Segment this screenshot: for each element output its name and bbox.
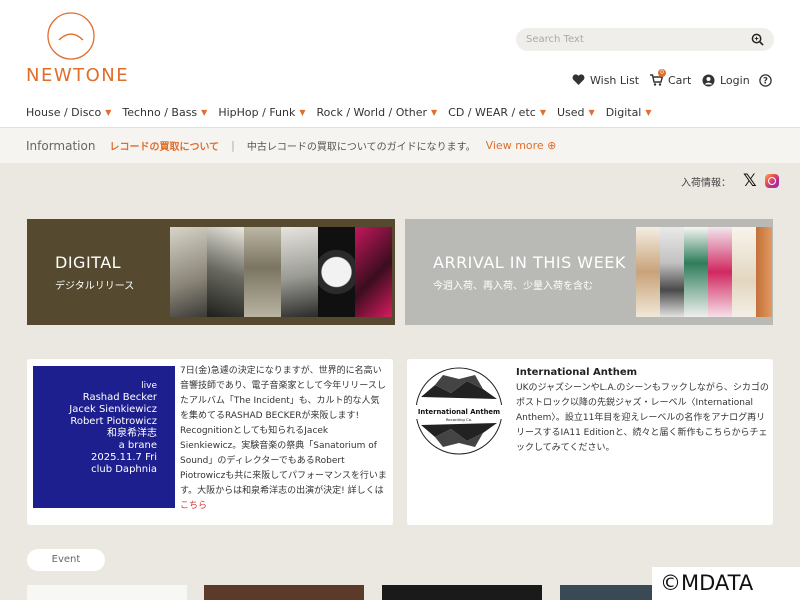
arrival-info-label: 入荷情報： <box>681 177 731 189</box>
flyer-date: 2025.11.7 Fri <box>91 452 157 463</box>
album-cover <box>244 227 281 317</box>
chevron-down-icon: ▼ <box>430 108 438 117</box>
copyright-watermark: ©MDATA <box>652 567 800 600</box>
wishlist-label: Wish List <box>590 73 640 87</box>
flyer-artist: Jacek Sienkiewicz <box>69 404 157 415</box>
nav-item-label: House / Disco <box>26 106 102 119</box>
event-thumbnail[interactable] <box>560 585 652 600</box>
help-button[interactable]: ? <box>759 72 777 88</box>
logo-title-text: International Anthem <box>418 408 500 416</box>
flyer-live: live <box>141 381 157 391</box>
chevron-down-icon: ▼ <box>105 108 112 117</box>
logo-circle-icon <box>47 12 95 60</box>
nav-item-rock-world-other[interactable]: Rock / World / Other ▼ <box>317 106 438 119</box>
arrival-banner[interactable]: ARRIVAL IN THIS WEEK 今週入荷、再入荷、少量入荷を含む <box>405 219 773 325</box>
flyer-artist: Rashad Becker <box>82 392 157 403</box>
nav-item-hiphop-funk[interactable]: HipHop / Funk ▼ <box>218 106 305 119</box>
event-thumbnail[interactable] <box>204 585 364 600</box>
information-separator: | <box>231 139 235 152</box>
label-feature-card[interactable]: International Anthem Recording Co. Inter… <box>407 359 773 525</box>
nav-item-digital[interactable]: Digital ▼ <box>606 106 652 119</box>
album-cover <box>281 227 318 317</box>
flyer-brane: a brane <box>118 440 157 451</box>
social-links: 入荷情報： 𝕏 <box>681 171 779 191</box>
arrival-banner-title: ARRIVAL IN THIS WEEK <box>433 253 626 272</box>
album-cover <box>207 227 244 317</box>
svg-text:?: ? <box>763 76 768 86</box>
main-nav: House / Disco ▼ Techno / Bass ▼ HipHop / Fun… <box>26 106 663 119</box>
album-cover <box>318 227 355 317</box>
label-feature-description: UKのジャズシーンやL.A.のシーンもフックしながら、シカゴのポストロック以降の… <box>516 383 769 453</box>
event-description-text: 7日(金)急遽の決定になりますが、世界的に名高い音響技師であり、電子音楽家として… <box>180 366 387 496</box>
chevron-down-icon: ▼ <box>539 108 546 117</box>
chevron-down-icon: ▼ <box>588 108 595 117</box>
flyer-artist: 和泉希洋志 <box>107 428 157 439</box>
nav-item-house-disco[interactable]: House / Disco ▼ <box>26 106 111 119</box>
event-tab[interactable]: Event <box>27 549 105 571</box>
event-details-link[interactable]: こちら <box>180 501 207 511</box>
album-cover <box>756 227 772 317</box>
album-cover <box>170 227 207 317</box>
wishlist-link[interactable]: Wish List <box>572 72 639 88</box>
search-box <box>516 28 774 51</box>
nav-item-label: CD / WEAR / etc <box>448 106 536 119</box>
search-icon[interactable] <box>751 33 764 46</box>
digital-banner-title: DIGITAL <box>55 253 122 272</box>
event-thumbnail[interactable] <box>382 585 542 600</box>
event-thumbnail[interactable] <box>27 585 187 600</box>
user-icon <box>702 74 715 86</box>
information-description: 中古レコードの買取についてのガイドになります。 <box>246 142 476 153</box>
login-label: Login <box>720 73 750 87</box>
event-flyer: live Rashad Becker Jacek Sienkiewicz Rob… <box>33 366 175 508</box>
nav-item-label: Used <box>556 106 585 119</box>
instagram-icon[interactable] <box>764 174 779 188</box>
cart-count-badge: 0 <box>658 69 666 77</box>
nav-item-label: Rock / World / Other <box>316 106 427 119</box>
cart-label: Cart <box>668 73 692 87</box>
album-cover <box>355 227 392 317</box>
nav-item-label: Digital <box>605 106 642 119</box>
album-cover <box>708 227 732 317</box>
flyer-venue: club Daphnia <box>91 464 157 475</box>
nav-item-label: Techno / Bass <box>122 106 198 119</box>
album-cover <box>636 227 660 317</box>
digital-cover-strip <box>170 227 392 317</box>
heart-icon <box>572 74 585 85</box>
login-link[interactable]: Login <box>702 72 750 88</box>
logo-sub-text: Recording Co. <box>446 417 472 422</box>
nav-item-used[interactable]: Used ▼ <box>557 106 595 119</box>
event-description: 7日(金)急遽の決定になりますが、世界的に名高い音響技師であり、電子音楽家として… <box>180 364 388 514</box>
album-cover <box>660 227 684 317</box>
arrival-banner-subtitle: 今週入荷、再入荷、少量入荷を含む <box>433 281 593 292</box>
logo-text: NEWTONE <box>26 65 130 86</box>
album-cover <box>684 227 708 317</box>
information-label: Information <box>26 138 96 153</box>
cart-link[interactable]: 0 Cart <box>650 69 692 88</box>
flyer-artist: Robert Piotrowicz <box>70 416 157 427</box>
chevron-down-icon: ▼ <box>201 108 208 117</box>
nav-item-cd-wear-etc[interactable]: CD / WEAR / etc ▼ <box>448 106 546 119</box>
help-icon: ? <box>759 73 772 87</box>
search-input[interactable] <box>526 31 746 48</box>
newtone-logo[interactable]: NEWTONE <box>24 10 128 88</box>
chevron-down-icon: ▼ <box>645 108 652 117</box>
digital-banner-subtitle: デジタルリリース <box>55 281 135 292</box>
event-news-card[interactable]: live Rashad Becker Jacek Sienkiewicz Rob… <box>27 359 393 525</box>
site-header: NEWTONE Wish List 0 Cart <box>0 0 800 127</box>
digital-banner[interactable]: DIGITAL デジタルリリース <box>27 219 395 325</box>
x-twitter-icon[interactable]: 𝕏 <box>743 171 757 191</box>
chevron-down-icon: ▼ <box>299 108 306 117</box>
view-more-link[interactable]: View more ⊕ <box>486 139 557 152</box>
nav-item-label: HipHop / Funk <box>218 106 296 119</box>
label-feature-title: International Anthem <box>516 367 638 378</box>
international-anthem-logo: International Anthem Recording Co. <box>415 367 503 455</box>
arrival-cover-strip <box>636 227 772 317</box>
nav-item-techno-bass[interactable]: Techno / Bass ▼ <box>122 106 207 119</box>
information-link[interactable]: レコードの買取について <box>109 138 219 153</box>
album-cover <box>732 227 756 317</box>
information-bar: Information レコードの買取について | 中古レコードの買取についての… <box>0 127 800 163</box>
